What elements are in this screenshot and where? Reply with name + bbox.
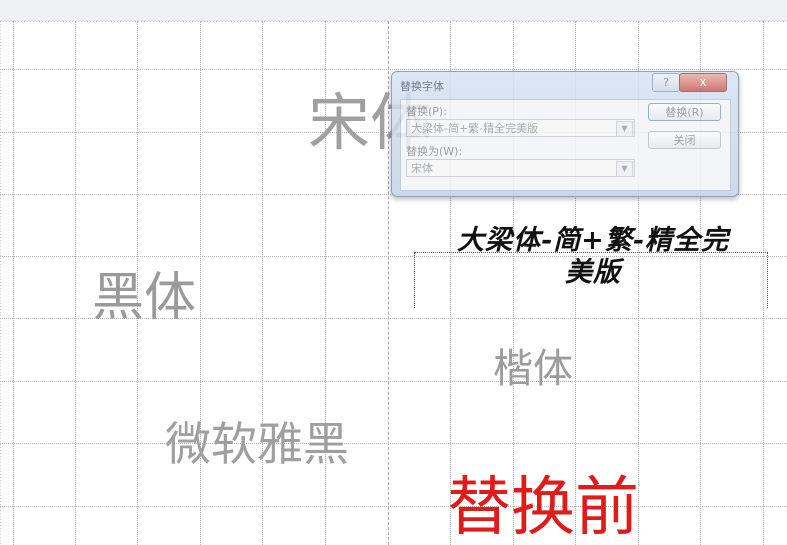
dialog-body: 替换(P): 大梁体-简+繁-精全完美版 ▼ 替换为(W): 宋体 ▼ 替换(R…: [400, 99, 731, 191]
help-icon[interactable]: ?: [652, 73, 680, 92]
brush-font-text[interactable]: 大梁体-简+繁-精全完 美版: [428, 225, 758, 289]
yahei-text[interactable]: 微软雅黑: [165, 421, 349, 467]
replace-button[interactable]: 替换(R): [648, 103, 721, 121]
with-font-select[interactable]: 宋体 ▼: [406, 159, 635, 177]
chevron-down-icon[interactable]: ▼: [616, 121, 633, 137]
brush-font-line-2: 美版: [565, 257, 621, 288]
replace-font-select[interactable]: 大梁体-简+繁-精全完美版 ▼: [406, 119, 635, 137]
replace-font-value: 大梁体-简+繁-精全完美版: [411, 122, 539, 135]
grid-line: [75, 21, 76, 545]
chevron-down-icon[interactable]: ▼: [616, 161, 633, 177]
grid-line: [13, 21, 14, 545]
replace-label: 替换(P):: [406, 105, 447, 118]
heiti-text[interactable]: 黑体: [92, 272, 196, 324]
replace-font-dialog: 替换字体 ? x 替换(P): 大梁体-简+繁-精全完美版 ▼ 替换为(W): …: [391, 71, 739, 197]
dialog-title: 替换字体: [400, 80, 444, 93]
close-button[interactable]: 关闭: [648, 131, 721, 149]
grid-line: [0, 506, 787, 507]
close-icon[interactable]: x: [679, 73, 727, 92]
grid-line: [0, 443, 787, 444]
before-replace-text[interactable]: 替换前: [447, 476, 639, 540]
with-label: 替换为(W):: [406, 145, 463, 158]
brush-font-line-1: 大梁体-简+繁-精全完: [456, 225, 730, 256]
grid-line: [0, 69, 787, 70]
with-font-value: 宋体: [411, 162, 433, 175]
grid-line: [0, 381, 787, 382]
top-toolbar-strip: [0, 0, 787, 21]
kaiti-text[interactable]: 楷体: [493, 349, 573, 389]
